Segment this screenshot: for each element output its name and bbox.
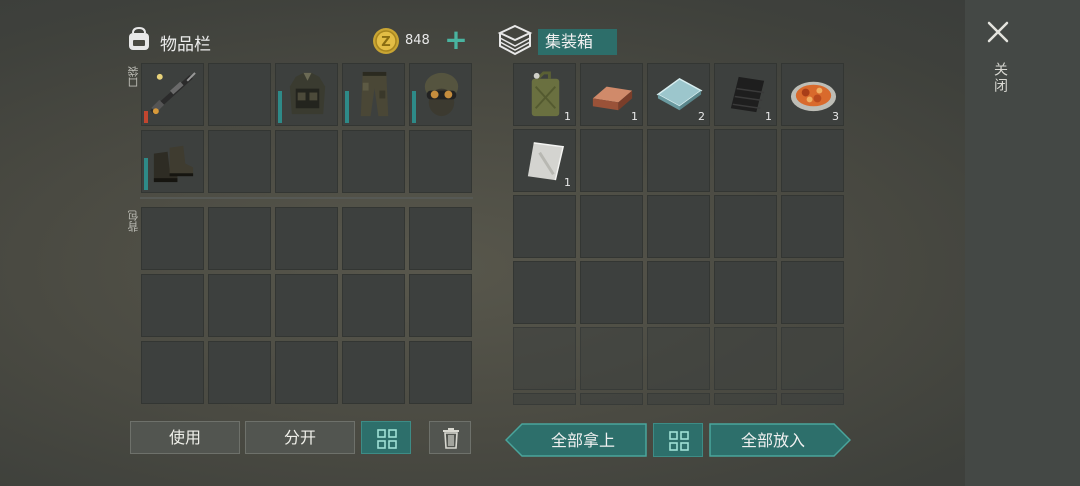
crate-icon xyxy=(497,24,533,56)
close-label[interactable]: 关闭 xyxy=(990,62,1010,94)
container-slot-glass-sheet[interactable]: 2 xyxy=(647,63,710,126)
inventory-slot-tactical-vest[interactable] xyxy=(275,63,338,126)
container-slot-jerry-can[interactable]: 1 xyxy=(513,63,576,126)
backpack-slot[interactable] xyxy=(208,207,271,270)
container-slot-empty[interactable] xyxy=(513,327,576,390)
split-button[interactable]: 分开 xyxy=(245,421,355,454)
item-quantity: 1 xyxy=(765,110,772,123)
backpack-slot[interactable] xyxy=(342,341,405,404)
pocket-label: 口袋 xyxy=(127,66,140,88)
tactical-vest-icon xyxy=(289,72,326,115)
camo-pants-icon xyxy=(360,71,389,117)
add-coins-button[interactable]: + xyxy=(441,26,471,55)
container-slot-empty[interactable] xyxy=(781,129,844,192)
container-slot-empty[interactable] xyxy=(714,261,777,324)
container-slot-empty[interactable] xyxy=(580,261,643,324)
use-button[interactable]: 使用 xyxy=(130,421,240,454)
inventory-slot-combat-boots[interactable] xyxy=(141,130,204,193)
coin-balance: 848 xyxy=(405,33,430,48)
durability-bar xyxy=(144,111,148,123)
container-slot-empty[interactable] xyxy=(647,393,710,405)
take-all-label: 全部拿上 xyxy=(551,431,615,450)
backpack-slot[interactable] xyxy=(208,274,271,337)
backpack-slot[interactable] xyxy=(275,274,338,337)
container-sort-button[interactable] xyxy=(653,423,703,457)
backpack-slot[interactable] xyxy=(342,274,405,337)
put-all-label: 全部放入 xyxy=(741,431,805,450)
container-slot-empty[interactable] xyxy=(513,393,576,405)
backpack-slot[interactable] xyxy=(409,341,472,404)
item-quantity: 1 xyxy=(564,110,571,123)
container-slot-empty[interactable] xyxy=(580,393,643,405)
sort-button[interactable] xyxy=(361,421,411,454)
backpack-label: 背包 xyxy=(127,210,140,232)
backpack-slot[interactable] xyxy=(409,274,472,337)
container-slot-empty[interactable] xyxy=(647,261,710,324)
container-slot-empty[interactable] xyxy=(513,261,576,324)
container-slot-empty[interactable] xyxy=(647,195,710,258)
take-all-button[interactable]: 全部拿上 xyxy=(505,423,647,457)
item-quantity: 1 xyxy=(564,176,571,189)
coin-icon: Z xyxy=(373,28,399,54)
container-slot-empty[interactable] xyxy=(781,393,844,405)
backpack-slot[interactable] xyxy=(342,207,405,270)
inventory-slot-empty[interactable] xyxy=(342,130,405,193)
container-slot-empty[interactable] xyxy=(714,327,777,390)
inventory-slot-camo-pants[interactable] xyxy=(342,63,405,126)
container-slot-empty[interactable] xyxy=(781,195,844,258)
inventory-slot-empty[interactable] xyxy=(275,130,338,193)
close-icon[interactable] xyxy=(984,18,1012,46)
durability-bar xyxy=(278,91,282,123)
grid-sort-icon xyxy=(669,431,689,451)
combat-boots-icon xyxy=(153,145,194,183)
trash-icon xyxy=(443,428,459,449)
item-quantity: 3 xyxy=(832,110,839,123)
container-slot-empty[interactable] xyxy=(714,129,777,192)
backpack-slot[interactable] xyxy=(208,341,271,404)
inventory-slot-helmet-goggles[interactable] xyxy=(409,63,472,126)
backpack-slot[interactable] xyxy=(275,341,338,404)
container-slot-empty[interactable] xyxy=(580,195,643,258)
durability-bar xyxy=(345,91,349,123)
svg-text:Z: Z xyxy=(381,35,390,50)
inventory-title: 物品栏 xyxy=(160,35,211,55)
inventory-slot-empty[interactable] xyxy=(409,130,472,193)
backpack-slot[interactable] xyxy=(141,207,204,270)
backpack-slot[interactable] xyxy=(141,341,204,404)
container-slot-empty[interactable] xyxy=(513,195,576,258)
container-slot-copper-ingot[interactable]: 1 xyxy=(580,63,643,126)
durability-bar xyxy=(144,158,148,190)
right-panel-strip xyxy=(965,0,1080,486)
backpack-slot[interactable] xyxy=(275,207,338,270)
item-quantity: 1 xyxy=(631,110,638,123)
put-all-button[interactable]: 全部放入 xyxy=(709,423,851,457)
backpack-icon xyxy=(129,26,149,50)
container-slot-empty[interactable] xyxy=(647,327,710,390)
container-slot-empty[interactable] xyxy=(714,393,777,405)
durability-bar xyxy=(412,91,416,123)
section-divider xyxy=(140,197,473,199)
grid-sort-icon xyxy=(377,429,397,449)
backpack-slot[interactable] xyxy=(141,274,204,337)
backpack-slot[interactable] xyxy=(409,207,472,270)
delete-button[interactable] xyxy=(429,421,471,454)
sniper-rifle-icon xyxy=(150,72,196,115)
item-quantity: 2 xyxy=(698,110,705,123)
inventory-slot-empty[interactable] xyxy=(208,130,271,193)
container-slot-rubber-sheet[interactable]: 1 xyxy=(714,63,777,126)
inventory-slot-empty[interactable] xyxy=(208,63,271,126)
container-slot-empty[interactable] xyxy=(647,129,710,192)
container-slot-empty[interactable] xyxy=(781,261,844,324)
container-title: 集装箱 xyxy=(538,29,617,55)
container-slot-empty[interactable] xyxy=(580,327,643,390)
container-slot-empty[interactable] xyxy=(714,195,777,258)
container-slot-steel-sheet[interactable]: 1 xyxy=(513,129,576,192)
container-slot-meat-stew[interactable]: 3 xyxy=(781,63,844,126)
container-slot-empty[interactable] xyxy=(580,129,643,192)
inventory-slot-sniper-rifle[interactable] xyxy=(141,63,204,126)
container-slot-empty[interactable] xyxy=(781,327,844,390)
helmet-goggles-icon xyxy=(424,72,459,117)
